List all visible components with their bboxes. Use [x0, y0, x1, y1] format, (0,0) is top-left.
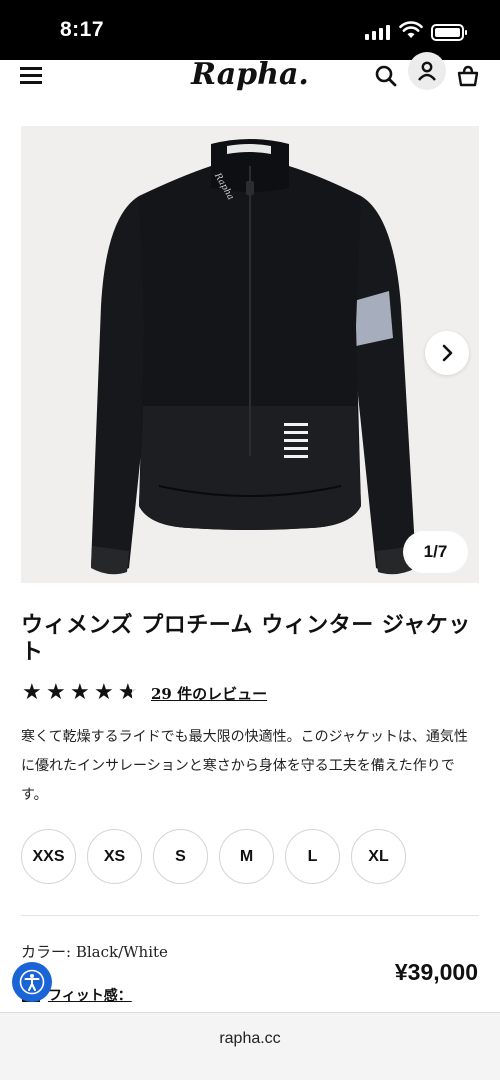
bag-icon[interactable]	[456, 64, 480, 88]
status-time: 8:17	[60, 18, 105, 41]
browser-address-bar[interactable]: rapha.cc	[0, 1012, 500, 1080]
size-option-s[interactable]: S	[153, 829, 208, 884]
search-icon[interactable]	[374, 64, 398, 88]
star-icon: ★	[70, 680, 90, 705]
accessibility-button[interactable]	[12, 962, 52, 1002]
size-option-l[interactable]: L	[285, 829, 340, 884]
size-selector: XXS XS S M L XL	[21, 829, 406, 884]
color-label: カラー: Black/White	[21, 943, 168, 961]
star-icon: ★	[46, 680, 66, 705]
image-counter: 1/7	[403, 531, 468, 573]
size-option-xxs[interactable]: XXS	[21, 829, 76, 884]
accessibility-icon	[19, 969, 45, 995]
product-title: ウィメンズ プロチーム ウィンター ジャケット	[21, 613, 471, 665]
next-image-button[interactable]	[425, 331, 469, 375]
fit-link[interactable]: フィット感：	[48, 985, 132, 1005]
size-option-m[interactable]: M	[219, 829, 274, 884]
rating-stars: ★ ★ ★ ★ ★	[22, 680, 141, 705]
product-description: 寒くて乾燥するライドでも最大限の快適性。このジャケットは、通気性に優れたインサレ…	[21, 729, 468, 803]
account-icon[interactable]	[408, 52, 446, 90]
product-image-gallery[interactable]: Rapha 1/7	[21, 126, 479, 583]
wifi-icon	[399, 21, 423, 38]
product-price: ¥39,000	[394, 959, 478, 985]
status-bar: 8:17	[0, 0, 500, 60]
chevron-right-icon	[442, 344, 453, 362]
star-icon: ★	[22, 680, 42, 705]
divider	[21, 915, 479, 916]
size-option-xs[interactable]: XS	[87, 829, 142, 884]
cellular-signal-icon	[365, 24, 390, 40]
battery-icon	[431, 24, 467, 41]
url-text[interactable]: rapha.cc	[0, 1030, 500, 1048]
site-header: Rapha.	[0, 52, 500, 100]
reviews-link[interactable]: 29 件のレビュー	[151, 683, 267, 704]
product-rating: ★ ★ ★ ★ ★ 29 件のレビュー	[22, 680, 267, 705]
product-jacket-image: Rapha	[91, 139, 416, 575]
half-star-icon: ★	[118, 682, 141, 705]
star-icon: ★	[94, 680, 114, 705]
size-option-xl[interactable]: XL	[351, 829, 406, 884]
